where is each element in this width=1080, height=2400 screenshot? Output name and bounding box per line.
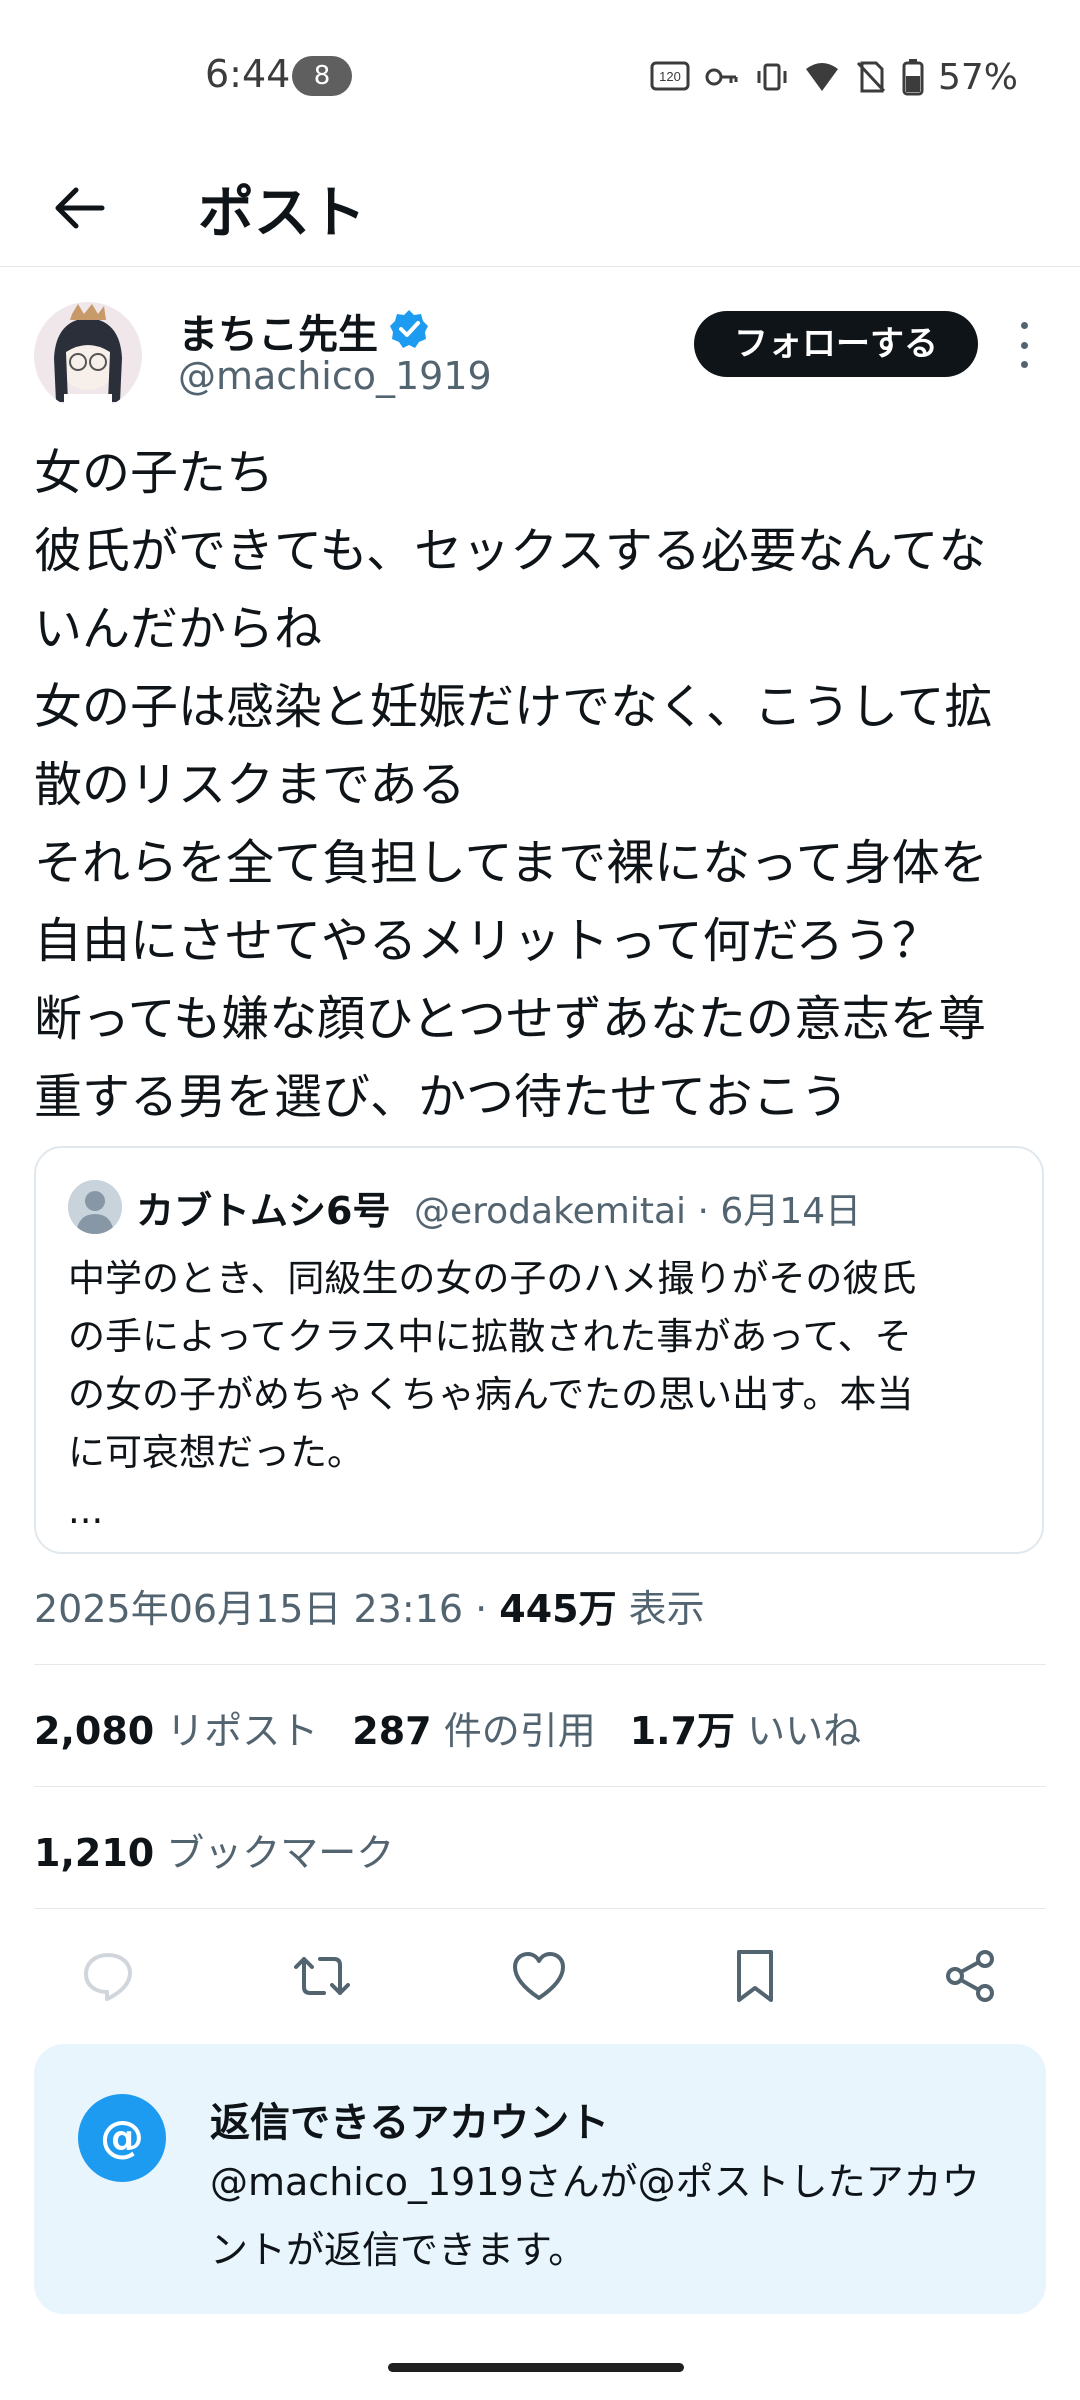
views-count: 445万: [499, 1587, 617, 1631]
quotes-stat[interactable]: 287 件の引用: [352, 1709, 595, 1753]
repost-icon: [294, 1957, 350, 1995]
reply-restriction-description: @machico_1919さんが@ポストしたアカウ ントが返信できます。: [210, 2160, 980, 2272]
likes-stat[interactable]: 1.7万 いいね: [630, 1709, 861, 1753]
quoted-author-name: カブトムシ6号: [136, 1189, 391, 1233]
no-sim-icon: [856, 61, 886, 93]
repost-button[interactable]: [290, 1944, 354, 2008]
home-indicator[interactable]: [388, 2363, 684, 2372]
quoted-line: の女の子がめちゃくちゃ病んでたの思い出す。本当: [68, 1373, 914, 1416]
tweet-timestamp[interactable]: 2025年06月15日 23:16 ·: [34, 1587, 499, 1631]
bookmarks-stat[interactable]: 1,210 ブックマーク: [34, 1822, 394, 1877]
bookmark-icon: [737, 1950, 773, 2002]
reposts-stat[interactable]: 2,080 リポスト: [34, 1709, 318, 1753]
tweet-text: 女の子たち 彼氏ができても、セックスする必要なんてな いんだからね 女の子は感染…: [34, 434, 1044, 1136]
divider: [34, 1664, 1046, 1665]
wifi-icon: [805, 63, 838, 91]
vpn-key-icon: [705, 68, 738, 86]
status-bar: 6:44 8 120 57%: [0, 0, 1080, 150]
divider: [34, 1908, 1046, 1909]
svg-text:120: 120: [659, 69, 681, 84]
reply-restriction-card: @ 返信できるアカウント @machico_1919さんが@ポストしたアカウ ン…: [34, 2044, 1046, 2314]
tweet-line: それらを全て負担してまで裸になって身体を: [34, 835, 988, 891]
share-icon: [946, 1950, 994, 2002]
arrow-left-icon: [55, 187, 105, 229]
author-name[interactable]: まちこ先生: [178, 302, 378, 360]
share-button[interactable]: [938, 1944, 1002, 2008]
verified-badge-icon: [388, 308, 430, 350]
follow-button[interactable]: フォローする: [694, 311, 978, 377]
author-avatar[interactable]: [34, 302, 142, 410]
avatar-image: [34, 302, 142, 410]
more-options-icon[interactable]: [1010, 322, 1038, 368]
status-time: 6:44: [205, 52, 291, 96]
tweet-line: 断っても嫌な顔ひとつせずあなたの意志を尊: [34, 991, 986, 1047]
tweet-line: いんだからね: [34, 601, 323, 657]
refresh-rate-icon: 120: [650, 61, 690, 91]
tweet-line: 自由にさせてやるメリットって何だろう？: [34, 913, 940, 969]
views-label: 表示: [616, 1587, 705, 1631]
back-button[interactable]: [48, 176, 112, 240]
quoted-line: ...: [68, 1489, 104, 1532]
default-avatar-icon: [68, 1180, 122, 1234]
tweet-timestamp-row: 2025年06月15日 23:16 · 445万 表示: [34, 1578, 705, 1633]
notification-count-badge: 8: [292, 56, 352, 96]
quoted-tweet-card[interactable]: カブトムシ6号 @erodakemitai · 6月14日 中学のとき、同級生の…: [34, 1146, 1044, 1554]
battery-percent: 57%: [937, 56, 1018, 98]
bookmark-button[interactable]: [723, 1944, 787, 2008]
vibrate-icon: [757, 63, 787, 91]
action-bar: [0, 1944, 1080, 2008]
tweet-line: 女の子たち: [34, 445, 275, 501]
reply-button[interactable]: [76, 1944, 140, 2008]
app-header: ポスト: [0, 150, 1080, 267]
quoted-line: に可哀想だった。: [68, 1431, 364, 1474]
quoted-tweet-text: 中学のとき、同級生の女の子のハメ撮りがその彼氏 の手によってクラス中に拡散された…: [68, 1250, 1018, 1540]
reply-icon: [84, 1953, 132, 2001]
quoted-author-handle-date: @erodakemitai · 6月14日: [414, 1191, 862, 1232]
author-handle[interactable]: @machico_1919: [178, 354, 492, 398]
quoted-line: 中学のとき、同級生の女の子のハメ撮りがその彼氏: [68, 1257, 917, 1300]
battery-icon: [902, 59, 924, 96]
tweet-line: 散のリスクまである: [34, 757, 466, 813]
quoted-line: の手によってクラス中に拡散された事があって、そ: [68, 1315, 912, 1358]
at-sign-icon: @: [78, 2094, 166, 2182]
divider: [34, 1786, 1046, 1787]
page-title: ポスト: [198, 181, 366, 246]
engagement-stats: 2,080 リポスト 287 件の引用 1.7万 いいね: [34, 1700, 895, 1755]
tweet-line: 重する男を選び、かつ待たせておこう: [34, 1069, 849, 1125]
reply-restriction-title: 返信できるアカウント: [210, 2100, 610, 2146]
tweet-line: 女の子は感染と妊娠だけでなく、こうして拡: [34, 679, 993, 735]
tweet-line: 彼氏ができても、セックスする必要なんてな: [34, 523, 987, 579]
like-button[interactable]: [507, 1944, 571, 2008]
quoted-avatar: [68, 1180, 122, 1234]
like-icon: [513, 1952, 565, 2000]
status-icons: 120 57%: [650, 55, 1018, 99]
